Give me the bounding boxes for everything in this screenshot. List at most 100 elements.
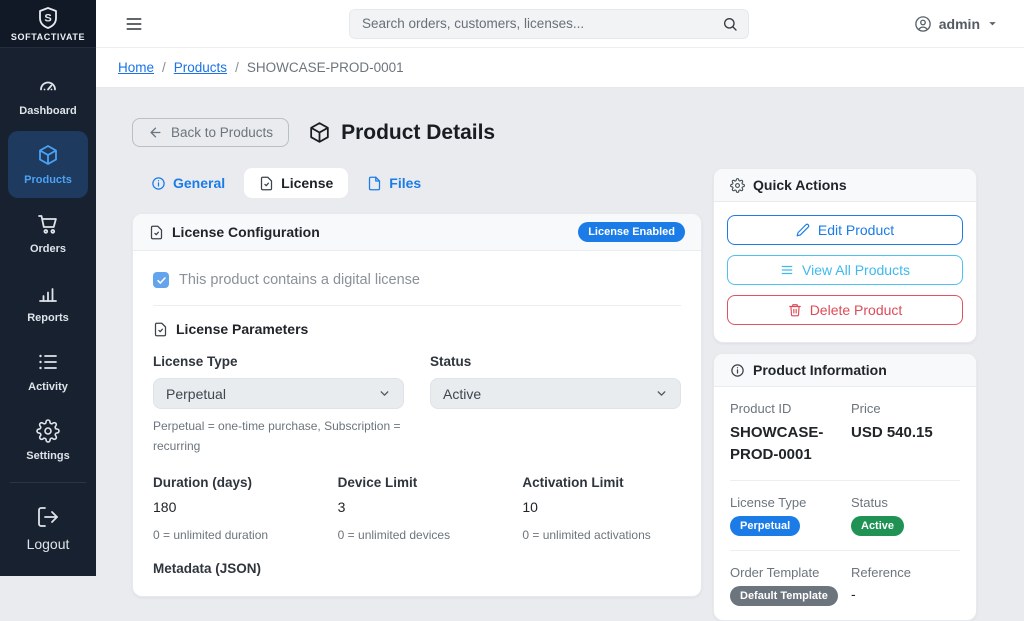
- brand-name: SOFTACTIVATE: [11, 32, 85, 42]
- search-input[interactable]: [362, 16, 722, 31]
- license-doc-icon: [259, 176, 274, 191]
- order-template-badge: Default Template: [730, 586, 838, 606]
- search-icon[interactable]: [722, 16, 738, 32]
- chevron-down-icon: [378, 387, 391, 400]
- sidebar-nav: Dashboard Products Orders: [0, 48, 96, 476]
- sidebar-item-dashboard[interactable]: Dashboard: [8, 62, 88, 129]
- divider: [730, 550, 960, 551]
- logout-label: Logout: [27, 536, 70, 552]
- global-search: [349, 9, 749, 39]
- list-icon: [36, 350, 60, 374]
- duration-help: 0 = unlimited duration: [153, 525, 312, 545]
- digital-license-checkbox[interactable]: [153, 272, 169, 288]
- delete-product-button[interactable]: Delete Product: [727, 295, 963, 325]
- license-configuration-card: License Configuration License Enabled Th…: [132, 213, 702, 597]
- divider: [730, 480, 960, 481]
- svg-text:S: S: [44, 12, 51, 24]
- license-type-select[interactable]: Perpetual: [153, 378, 404, 409]
- hamburger-menu-icon[interactable]: [124, 14, 144, 34]
- license-type-label: License Type: [153, 354, 404, 369]
- username: admin: [939, 16, 980, 32]
- arrow-left-icon: [148, 125, 163, 140]
- chevron-down-icon: [655, 387, 668, 400]
- license-type-badge: Perpetual: [730, 516, 800, 536]
- shield-logo-icon: S: [36, 6, 60, 30]
- logout-button[interactable]: Logout: [0, 483, 96, 576]
- breadcrumb-current: SHOWCASE-PROD-0001: [247, 60, 404, 75]
- divider: [153, 305, 681, 306]
- cube-icon: [36, 143, 60, 167]
- topbar: admin: [96, 0, 1024, 48]
- duration-label: Duration (days): [153, 475, 312, 490]
- license-doc-icon: [153, 322, 168, 337]
- info-circle-icon: [151, 176, 166, 191]
- back-to-products-button[interactable]: Back to Products: [132, 118, 289, 147]
- status-label: Status: [430, 354, 681, 369]
- tab-license[interactable]: License: [244, 168, 348, 198]
- edit-product-button[interactable]: Edit Product: [727, 215, 963, 245]
- sidebar-item-products[interactable]: Products: [8, 131, 88, 198]
- gear-icon: [730, 178, 745, 193]
- sidebar-item-label: Reports: [27, 312, 69, 324]
- card-title: Product Information: [753, 362, 887, 378]
- section-title: License Parameters: [176, 321, 308, 337]
- activation-limit-value: 10: [522, 499, 681, 515]
- sidebar-item-settings[interactable]: Settings: [8, 407, 88, 474]
- breadcrumb-products-link[interactable]: Products: [174, 60, 227, 75]
- device-limit-value: 3: [338, 499, 497, 515]
- sidebar-item-activity[interactable]: Activity: [8, 338, 88, 405]
- activation-limit-help: 0 = unlimited activations: [522, 525, 681, 545]
- product-id-value: SHOWCASE-PROD-0001: [730, 422, 839, 466]
- file-icon: [367, 176, 382, 191]
- license-type-field: License Type Perpetual: [730, 495, 839, 536]
- device-limit-help: 0 = unlimited devices: [338, 525, 497, 545]
- order-template-field: Order Template Default Template: [730, 565, 839, 606]
- breadcrumb-separator: /: [235, 60, 239, 75]
- user-avatar-icon: [914, 15, 932, 33]
- activation-limit-label: Activation Limit: [522, 475, 681, 490]
- gear-icon: [36, 419, 60, 443]
- sidebar-item-label: Settings: [26, 450, 69, 462]
- sidebar-item-label: Orders: [30, 243, 66, 255]
- tab-general[interactable]: General: [136, 168, 240, 198]
- cube-icon: [307, 120, 332, 145]
- breadcrumb: Home / Products / SHOWCASE-PROD-0001: [96, 48, 1024, 88]
- sidebar-item-label: Activity: [28, 381, 68, 393]
- sidebar-item-reports[interactable]: Reports: [8, 269, 88, 336]
- view-all-products-button[interactable]: View All Products: [727, 255, 963, 285]
- user-menu[interactable]: admin: [914, 15, 998, 33]
- bar-chart-icon: [36, 281, 60, 305]
- tab-files[interactable]: Files: [352, 168, 436, 198]
- breadcrumb-home-link[interactable]: Home: [118, 60, 154, 75]
- license-doc-icon: [149, 225, 164, 240]
- price-field: Price USD 540.15: [851, 401, 960, 466]
- sidebar-item-label: Products: [24, 174, 72, 186]
- info-circle-icon: [730, 363, 745, 378]
- pencil-icon: [796, 223, 810, 237]
- card-title: Quick Actions: [753, 177, 847, 193]
- cart-icon: [36, 212, 60, 236]
- reference-field: Reference -: [851, 565, 960, 606]
- product-id-field: Product ID SHOWCASE-PROD-0001: [730, 401, 839, 466]
- metadata-json-label: Metadata (JSON): [153, 561, 681, 576]
- tab-bar: General License Fi: [132, 168, 702, 198]
- status-badge: Active: [851, 516, 904, 536]
- product-information-card: Product Information Product ID SHOWCASE-…: [713, 353, 977, 621]
- breadcrumb-separator: /: [162, 60, 166, 75]
- dashboard-gauge-icon: [36, 74, 60, 98]
- quick-actions-card: Quick Actions Edit Product: [713, 168, 977, 343]
- card-title: License Configuration: [172, 224, 320, 240]
- page-title: Product Details: [341, 121, 495, 145]
- list-icon: [780, 263, 794, 277]
- license-enabled-badge: License Enabled: [578, 222, 685, 242]
- brand-logo[interactable]: S SOFTACTIVATE: [0, 0, 96, 48]
- main-content: Back to Products Product Details: [96, 88, 1024, 576]
- logout-icon: [36, 505, 60, 529]
- license-type-help: Perpetual = one-time purchase, Subscript…: [153, 416, 404, 457]
- sidebar: S SOFTACTIVATE Dashboard Products: [0, 0, 96, 576]
- duration-value: 180: [153, 499, 312, 515]
- status-select[interactable]: Active: [430, 378, 681, 409]
- sidebar-item-orders[interactable]: Orders: [8, 200, 88, 267]
- digital-license-checkbox-label[interactable]: This product contains a digital license: [179, 272, 420, 288]
- reference-value: -: [851, 586, 960, 602]
